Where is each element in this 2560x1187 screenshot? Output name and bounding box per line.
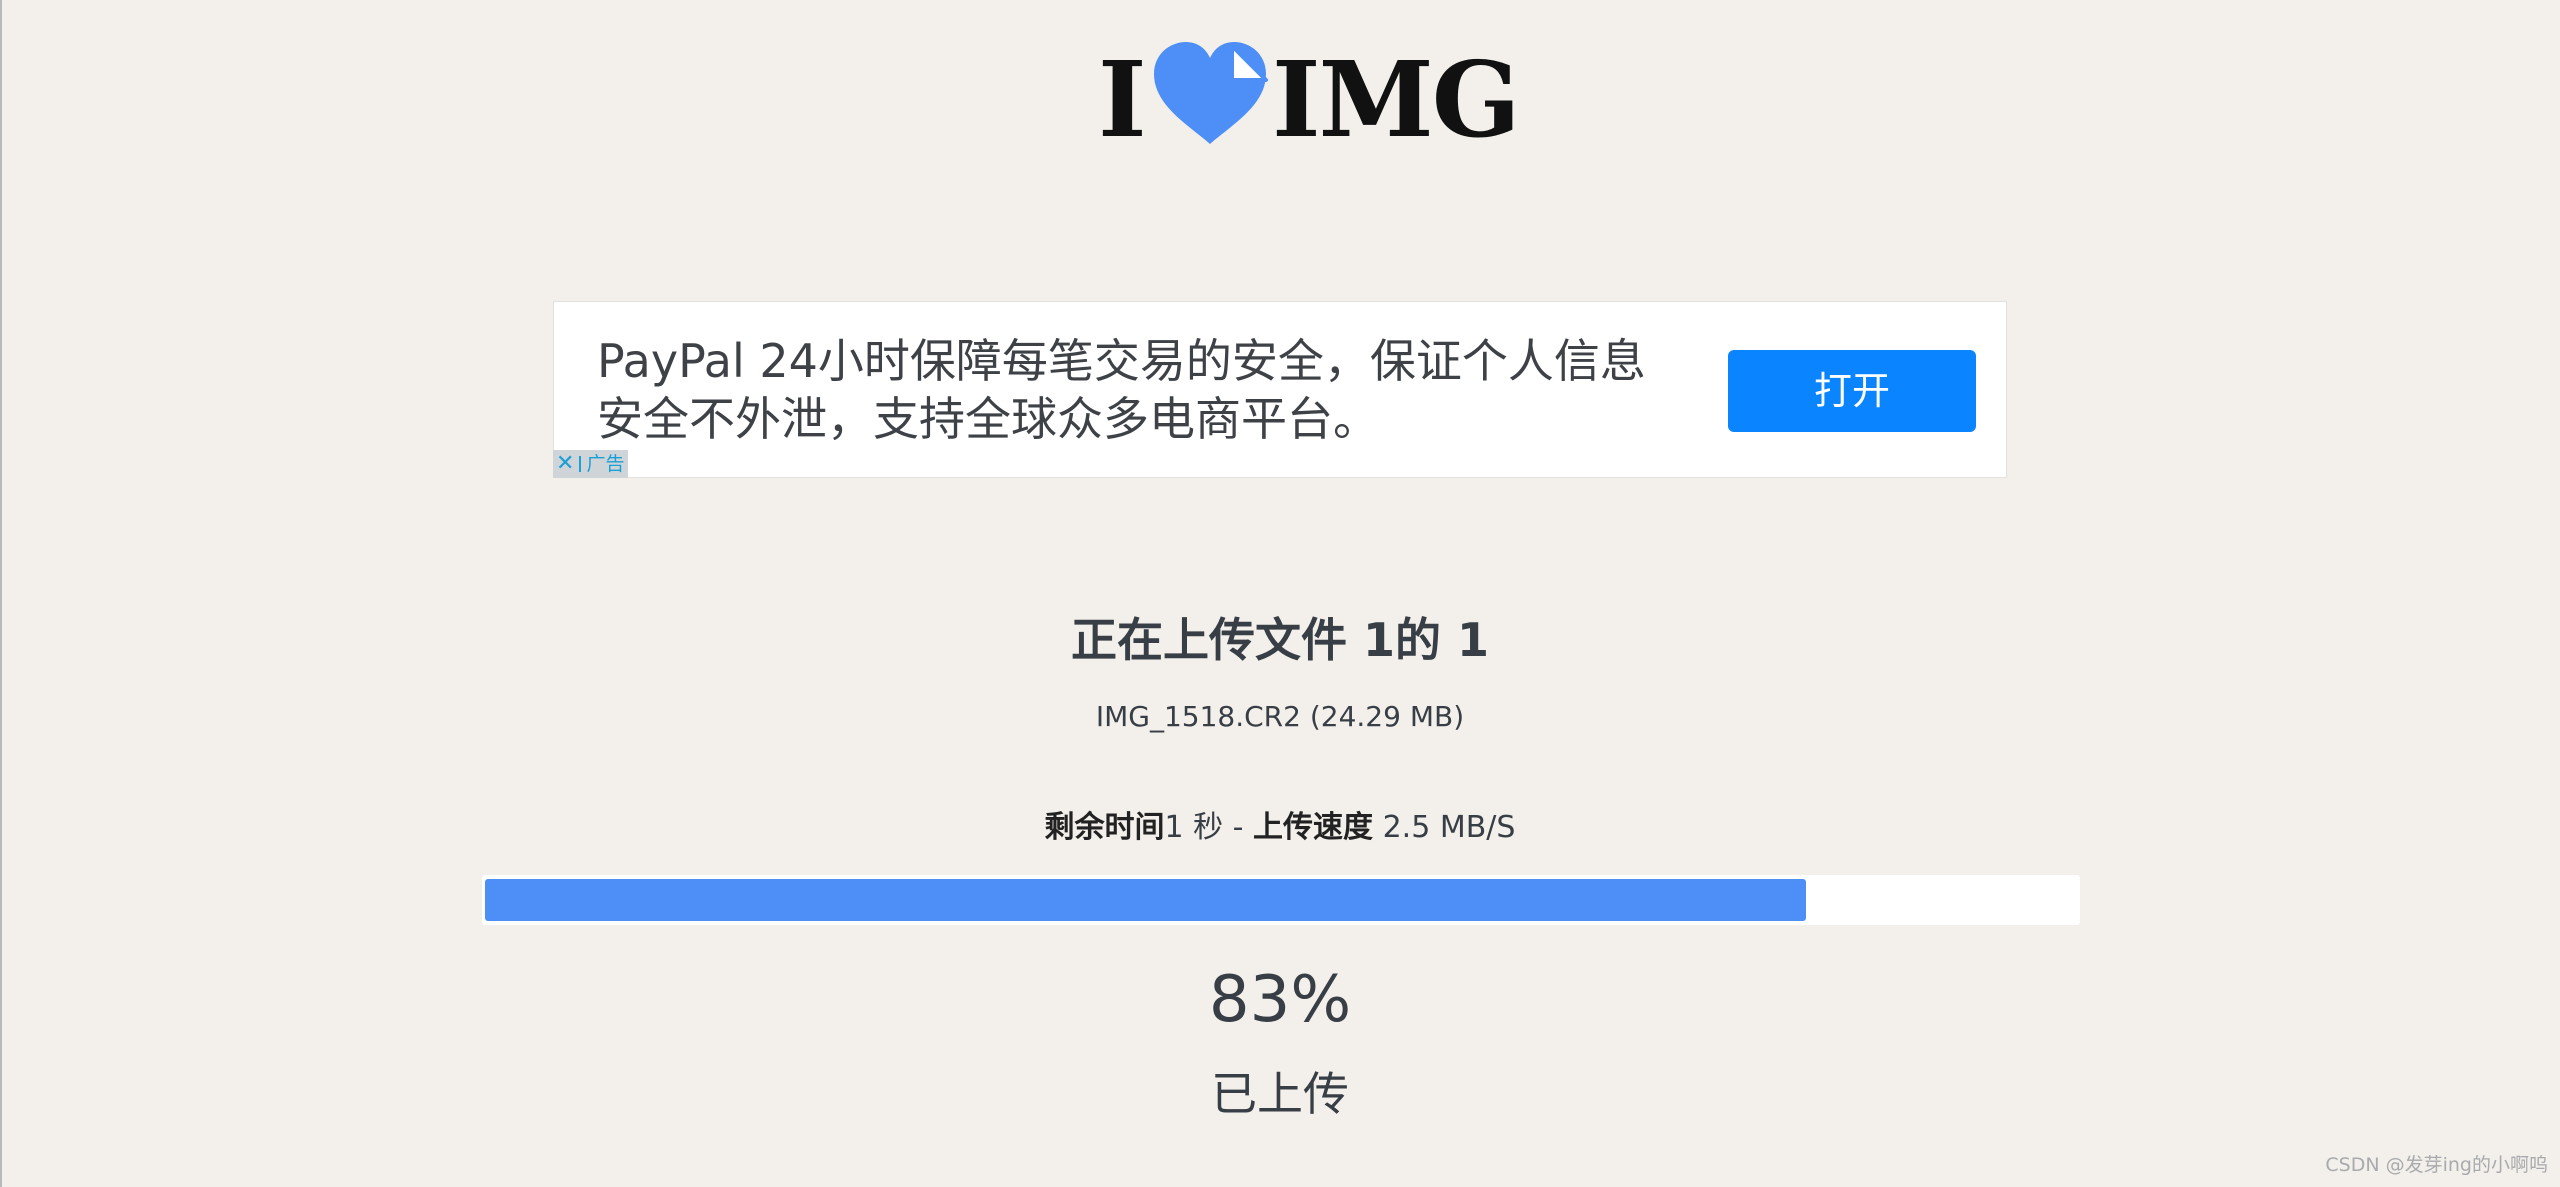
upload-speed-label: 上传速度 bbox=[1253, 810, 1374, 845]
heart-icon bbox=[1154, 42, 1268, 144]
i-love-img-logo[interactable]: I IMG bbox=[1098, 38, 1521, 161]
uploaded-status-label: 已上传 bbox=[1211, 1067, 1349, 1121]
ad-banner[interactable]: PayPal 24小时保障每笔交易的安全，保证个人信息安全不外泄，支持全球众多电… bbox=[553, 301, 2007, 478]
close-icon[interactable]: ✕ bbox=[556, 450, 574, 478]
ad-badge-divider bbox=[579, 456, 582, 472]
ad-badge[interactable]: ✕ 广告 bbox=[553, 450, 629, 478]
progress-percent: 83% bbox=[1208, 963, 1352, 1037]
upload-stats: 剩余时间1 秒 - 上传速度 2.5 MB/S bbox=[0, 802, 2560, 846]
upload-title: 正在上传文件 1的 1 bbox=[1070, 613, 1490, 667]
logo-right-text: IMG bbox=[1272, 38, 1521, 161]
stats-separator: - bbox=[1223, 810, 1254, 845]
file-info: IMG_1518.CR2 (24.29 MB) bbox=[1095, 700, 1465, 733]
ad-badge-label: 广告 bbox=[586, 453, 625, 475]
ad-text[interactable]: PayPal 24小时保障每笔交易的安全，保证个人信息安全不外泄，支持全球众多电… bbox=[597, 332, 1647, 448]
progress-bar-fill bbox=[485, 879, 1806, 921]
upload-speed-value: 2.5 MB/S bbox=[1382, 810, 1516, 845]
logo-left-letter: I bbox=[1098, 38, 1147, 161]
ad-open-button[interactable]: 打开 bbox=[1728, 350, 1976, 432]
progress-bar bbox=[482, 875, 2080, 925]
csdn-watermark: CSDN @发芽ing的小啊呜 bbox=[2325, 1154, 2548, 1176]
remaining-time-label: 剩余时间 bbox=[1044, 810, 1165, 845]
remaining-time-value: 1 秒 bbox=[1164, 810, 1224, 845]
